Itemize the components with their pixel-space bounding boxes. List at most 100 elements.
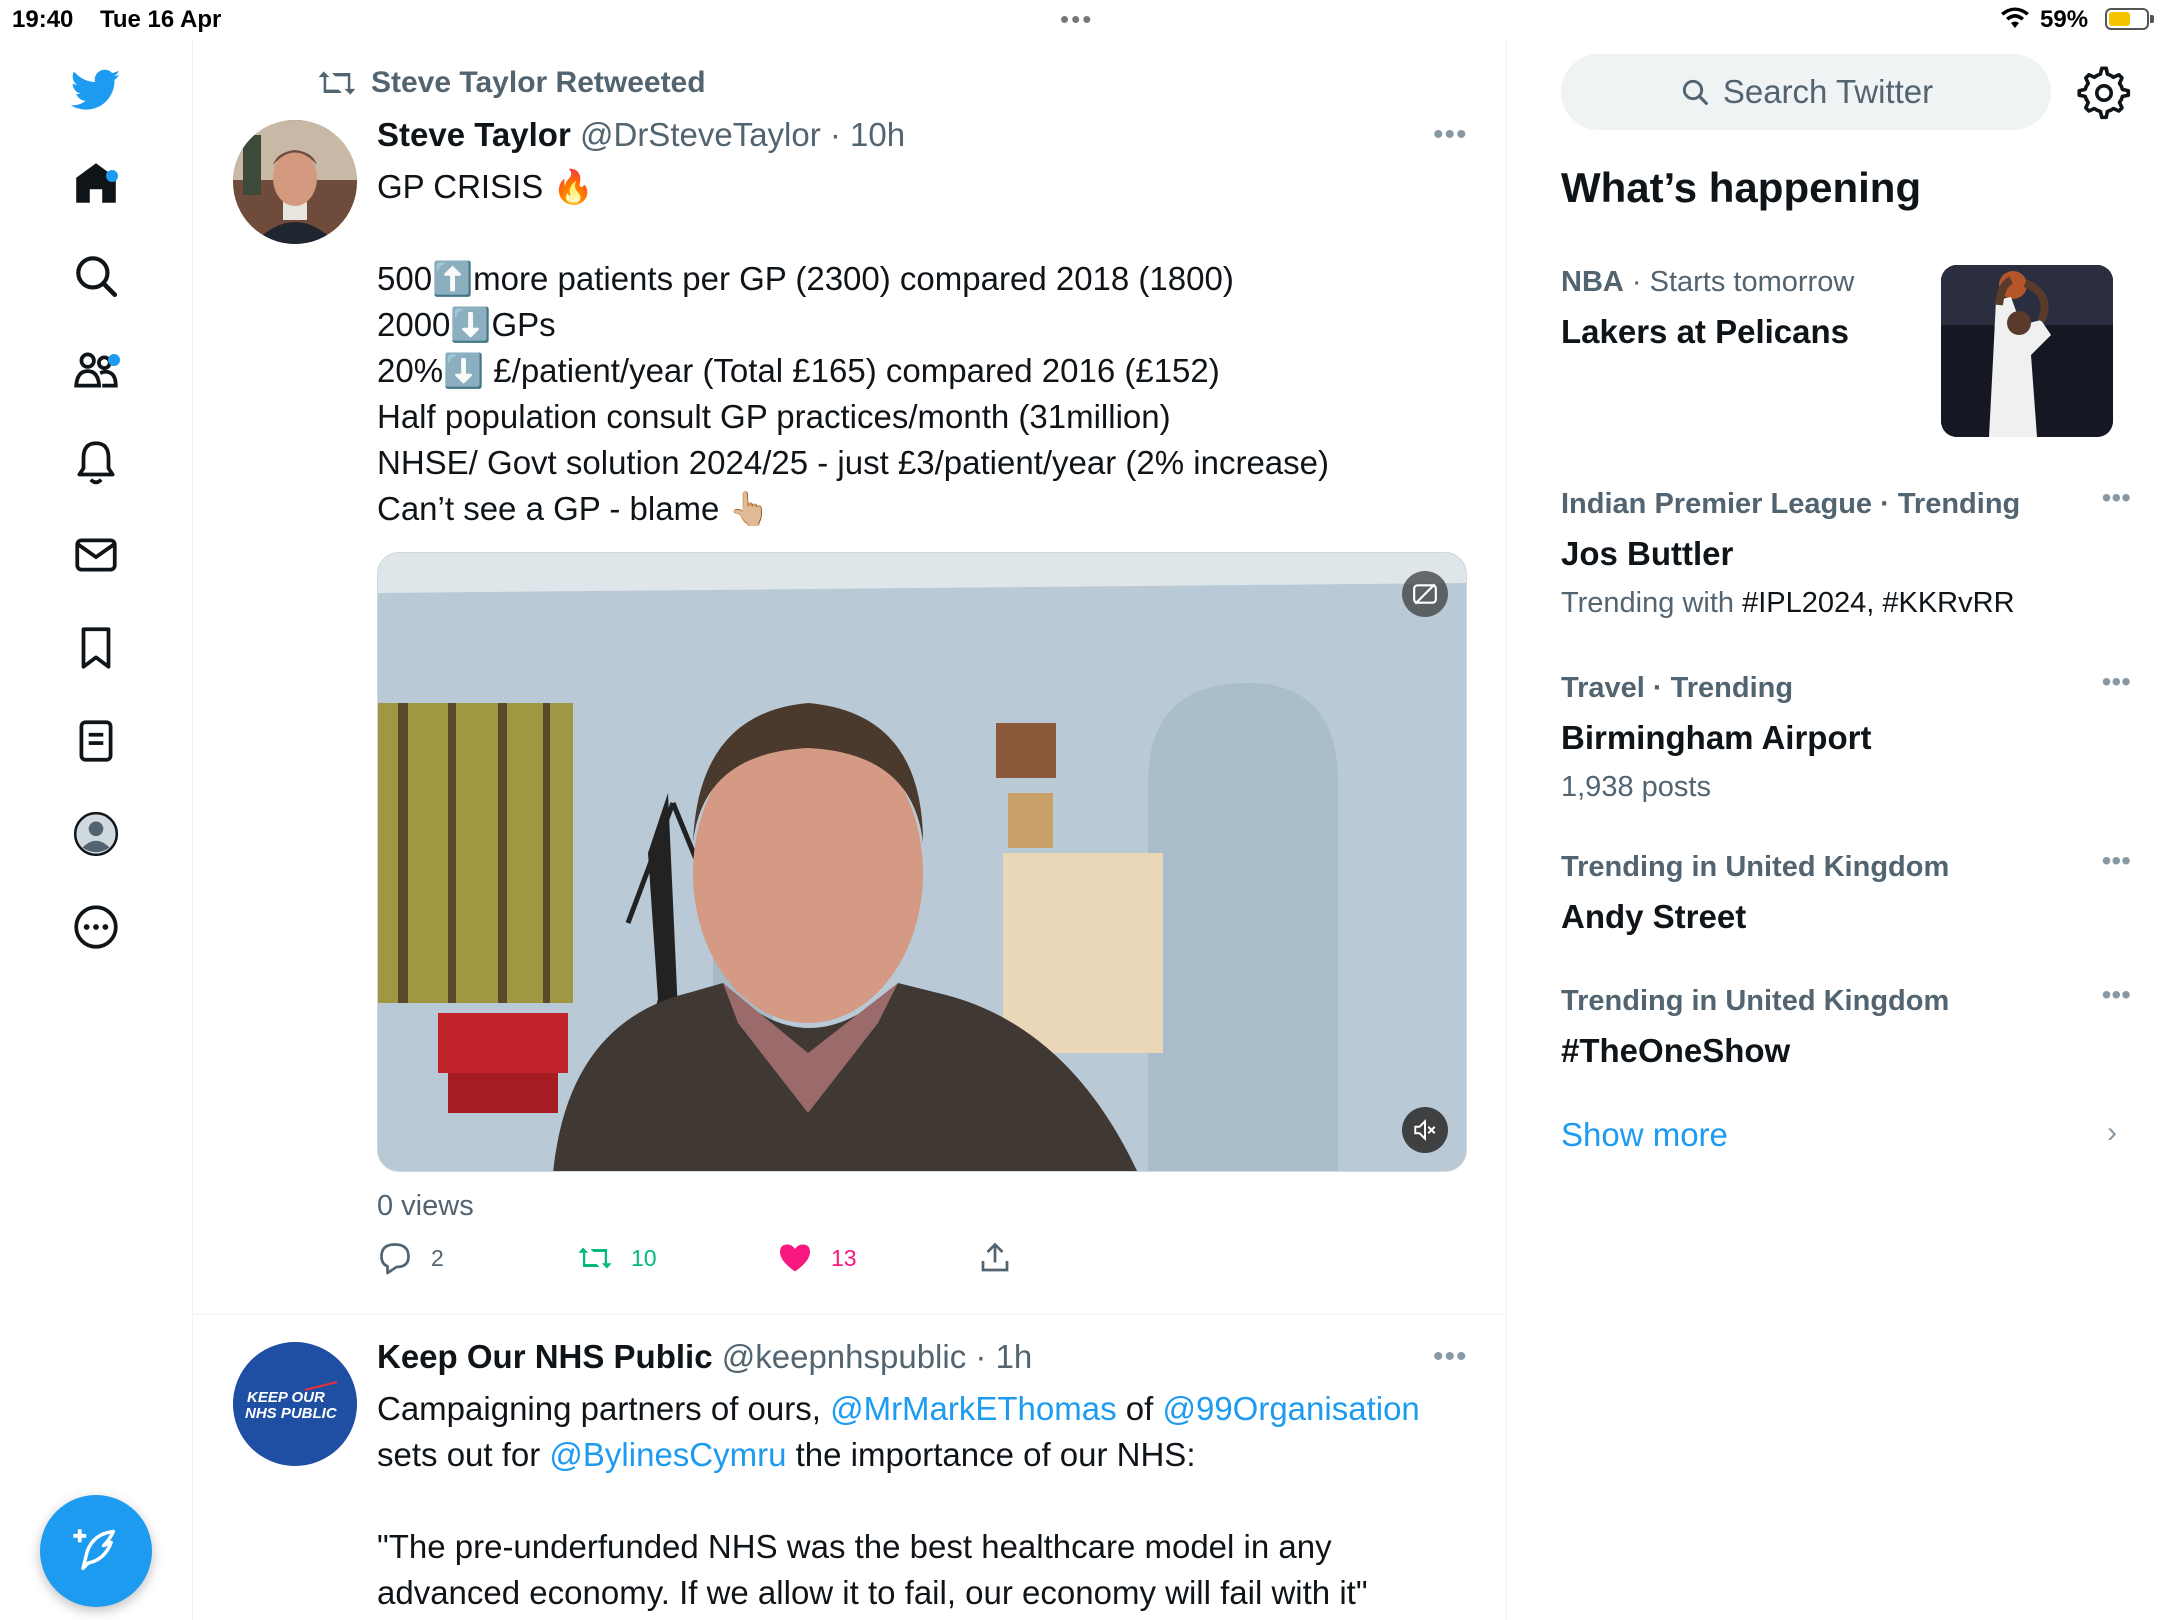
heart-icon <box>780 1244 810 1272</box>
share-icon <box>981 1242 1009 1272</box>
retweet-context: Steve Taylor Retweeted <box>317 66 706 100</box>
retweet-icon <box>318 71 356 95</box>
trend-more-icon[interactable]: ••• <box>2102 979 2131 1011</box>
trend-item[interactable]: Indian Premier League · Trending Jos But… <box>1561 482 2131 620</box>
trend-hashtags[interactable]: #IPL2024, #KKRvRR <box>1742 587 2014 619</box>
avatar-logo-text: KEEP OUR <box>247 1389 325 1406</box>
trend-item[interactable]: Travel · Trending Birmingham Airport 1,9… <box>1561 666 2131 804</box>
tweet-line: "The pre-underfunded NHS was the best he… <box>377 1528 1332 1565</box>
author-name[interactable]: Steve Taylor <box>377 116 571 153</box>
search-placeholder: Search Twitter <box>1722 73 1934 110</box>
tweet-time[interactable]: · 1h <box>975 1338 1032 1375</box>
retweet-icon <box>578 1247 612 1269</box>
tweet-video[interactable] <box>377 552 1467 1172</box>
communities-icon[interactable] <box>66 339 126 399</box>
tweet-line: 500⬆️more patients per GP (2300) compare… <box>377 260 1234 297</box>
like-count: 13 <box>831 1244 857 1271</box>
tweet-line: Can’t see a GP - blame 👆🏼 <box>377 490 770 527</box>
tweet-text-segment: the importance of our NHS: <box>786 1436 1196 1473</box>
tweet-line: Half population consult GP practices/mon… <box>377 398 1171 435</box>
author-name[interactable]: Keep Our NHS Public <box>377 1338 713 1375</box>
trend-more-icon[interactable]: ••• <box>2102 482 2131 514</box>
reply-icon <box>380 1243 410 1275</box>
trend-thumbnail[interactable] <box>1941 265 2113 437</box>
mention-link[interactable]: @BylinesCymru <box>549 1436 786 1473</box>
avatar[interactable]: KEEP OUR NHS PUBLIC <box>233 1342 357 1466</box>
home-icon[interactable] <box>66 153 126 213</box>
avatar[interactable] <box>233 120 357 244</box>
retweet-count: 10 <box>631 1244 657 1271</box>
tweet-author-line: Keep Our NHS Public @keepnhspublic · 1h <box>377 1338 1032 1376</box>
search-icon[interactable] <box>66 246 126 306</box>
messages-icon[interactable] <box>66 525 126 585</box>
left-navigation <box>0 40 193 1620</box>
avatar-logo-text: NHS PUBLIC <box>245 1405 338 1422</box>
gear-icon[interactable] <box>2077 66 2131 120</box>
tweet-time[interactable]: · 10h <box>830 116 905 153</box>
tweet-text: GP CRISIS 🔥 500⬆️more patients per GP (2… <box>377 164 1457 532</box>
trend-title: #TheOneShow <box>1561 1032 1791 1069</box>
view-count: 0 views <box>377 1190 474 1222</box>
tweet-line: advanced economy. If we allow it to fail… <box>377 1574 1368 1611</box>
trend-title: Andy Street <box>1561 898 1747 935</box>
twitter-logo-icon[interactable] <box>66 60 126 120</box>
tweet-more-icon[interactable]: ••• <box>1433 118 1468 152</box>
right-sidebar: Search Twitter What’s happening NBA · St… <box>1507 40 2160 1620</box>
volume-muted-icon <box>1414 1118 1436 1142</box>
wifi-icon <box>2001 7 2029 28</box>
lists-icon[interactable] <box>66 711 126 771</box>
tweet-line: 20%⬇️ £/patient/year (Total £165) compar… <box>377 352 1220 389</box>
home-notification-dot <box>106 170 118 182</box>
trend-extra: · Starts tomorrow <box>1623 266 1855 298</box>
mute-button[interactable] <box>1402 1107 1448 1153</box>
search-input[interactable]: Search Twitter <box>1561 54 2051 130</box>
chevron-right-icon[interactable]: › <box>2107 1116 2117 1150</box>
tweet-actions: 2 10 13 <box>377 1240 1377 1286</box>
search-icon <box>1682 79 1708 105</box>
trend-category: NBA <box>1561 266 1624 298</box>
status-date: Tue 16 Apr <box>100 6 222 33</box>
status-time: 19:40 <box>12 6 74 33</box>
status-bar: 19:40 Tue 16 Apr ••• 59% <box>0 0 2160 40</box>
trend-category: Indian Premier League · Trending <box>1561 488 2021 520</box>
trend-more-icon[interactable]: ••• <box>2102 845 2131 877</box>
whats-happening-heading: What’s happening <box>1561 164 1922 211</box>
profile-icon[interactable] <box>66 804 126 864</box>
author-handle[interactable]: @keepnhspublic <box>722 1338 967 1375</box>
captions-icon <box>1413 583 1437 605</box>
tweet[interactable]: KEEP OUR NHS PUBLIC Keep Our NHS Public … <box>193 1316 1506 1620</box>
more-icon[interactable] <box>66 897 126 957</box>
trend-category: Travel · Trending <box>1561 672 1794 704</box>
author-handle[interactable]: @DrSteveTaylor <box>580 116 821 153</box>
bookmarks-icon[interactable] <box>66 618 126 678</box>
trend-category: Trending in United Kingdom <box>1561 851 1950 883</box>
mention-link[interactable]: @99Organisation <box>1162 1390 1419 1427</box>
timeline: Steve Taylor Retweeted Steve Taylor @DrS… <box>193 40 1507 1620</box>
video-frame <box>378 553 1466 1171</box>
trend-post-count: 1,938 posts <box>1561 771 1711 803</box>
multitasking-dots-icon[interactable]: ••• <box>1060 4 1093 35</box>
tweet-text-segment: Campaigning partners of ours, <box>377 1390 831 1427</box>
tweet-line <box>377 210 1457 256</box>
tweet-line: NHSE/ Govt solution 2024/25 - just £3/pa… <box>377 444 1329 481</box>
captions-button[interactable] <box>1402 571 1448 617</box>
trend-title: Birmingham Airport <box>1561 719 1872 756</box>
compose-tweet-button[interactable] <box>40 1495 152 1607</box>
trend-sub-prefix: Trending with <box>1561 587 1743 619</box>
like-button[interactable]: 13 <box>777 1240 857 1276</box>
communities-notification-dot <box>108 354 120 366</box>
show-more-link[interactable]: Show more <box>1561 1116 1728 1154</box>
tweet-more-icon[interactable]: ••• <box>1433 1340 1468 1374</box>
compose-tweet-icon <box>73 1529 116 1571</box>
mention-link[interactable]: @MrMarkEThomas <box>830 1390 1117 1427</box>
reply-button[interactable]: 2 <box>377 1240 444 1276</box>
trend-item[interactable]: Trending in United Kingdom #TheOneShow •… <box>1561 979 2131 1070</box>
share-button[interactable] <box>977 1240 1013 1276</box>
trend-item[interactable]: Trending in United Kingdom Andy Street •… <box>1561 845 2131 936</box>
notifications-icon[interactable] <box>66 432 126 492</box>
retweet-button[interactable]: 10 <box>577 1240 657 1276</box>
tweet[interactable]: Steve Taylor Retweeted Steve Taylor @DrS… <box>193 40 1506 1315</box>
tweet-line: GP CRISIS 🔥 <box>377 168 594 205</box>
trend-more-icon[interactable]: ••• <box>2102 666 2131 698</box>
retweeted-by-label[interactable]: Steve Taylor Retweeted <box>371 66 706 100</box>
